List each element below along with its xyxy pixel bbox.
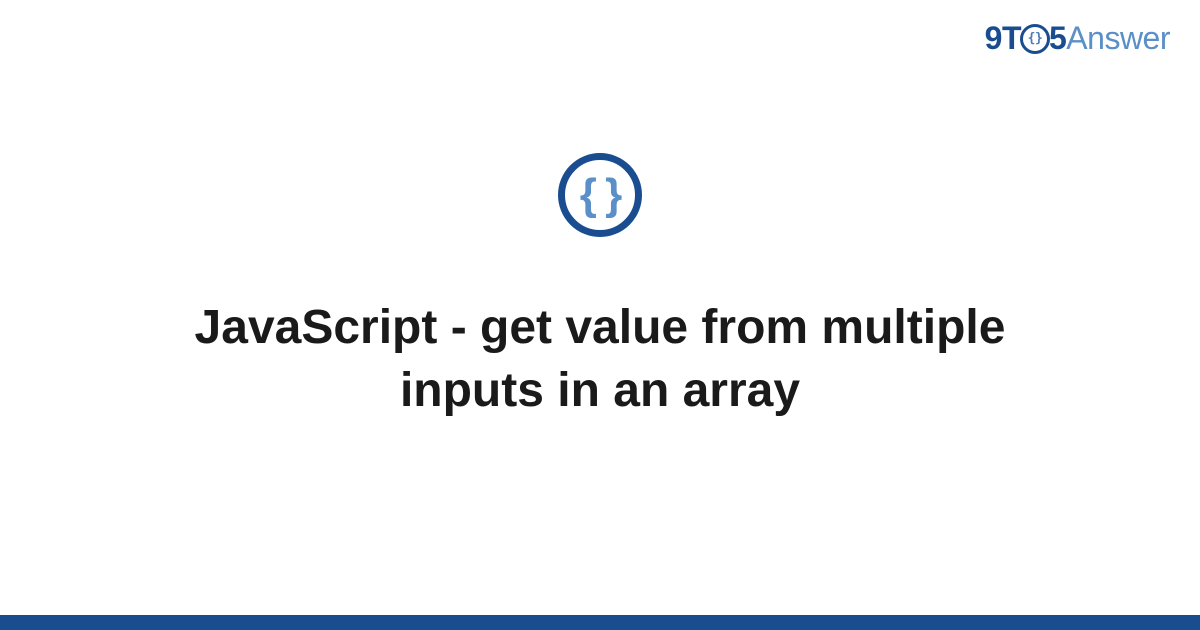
- bottom-accent-bar: [0, 615, 1200, 630]
- main-content: { } JavaScript - get value from multiple…: [0, 0, 1200, 615]
- category-icon-circle: { }: [558, 153, 642, 237]
- page-title: JavaScript - get value from multiple inp…: [150, 297, 1050, 422]
- code-braces-icon: { }: [580, 173, 620, 217]
